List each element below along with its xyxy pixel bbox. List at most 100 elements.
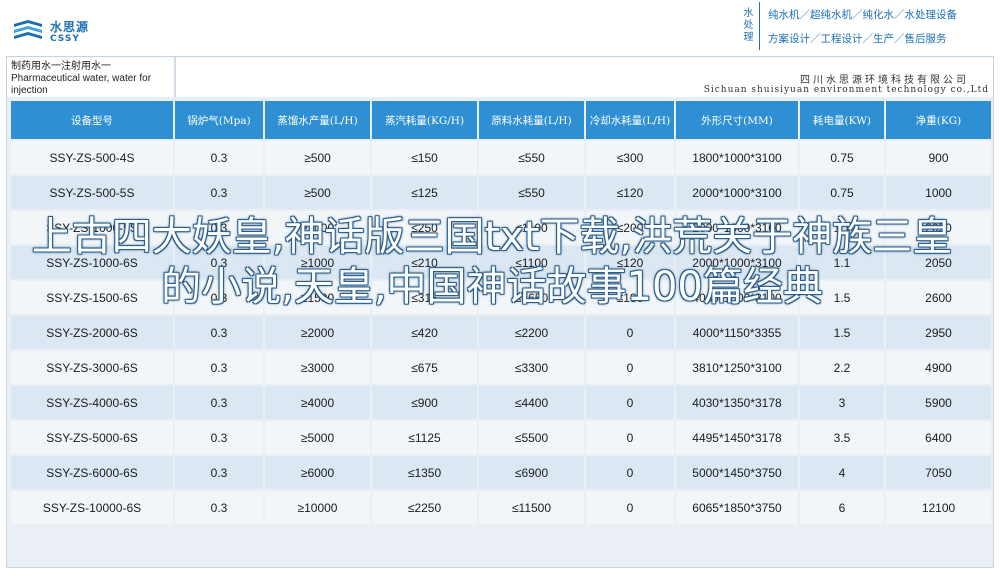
table-cell: 2950 (886, 316, 991, 349)
service-line-services: 方案设计／工程设计／生产／售后服务 (768, 33, 947, 45)
column-header: 原料水耗量(L/H) (479, 101, 584, 139)
table-cell: 0.3 (175, 141, 263, 174)
table-cell: 0.3 (175, 421, 263, 454)
table-cell: 0.75 (800, 141, 884, 174)
table-cell: 3 (800, 386, 884, 419)
table-cell: ≤1125 (372, 421, 477, 454)
table-row: SSY-ZS-500-5S 0.3 ≥500 ≤125 ≤550 ≤120 2000*100… (11, 176, 991, 209)
table-row: SSY-ZS-3000-6S 0.3 ≥3000 ≤675 ≤3300 0 3810*125… (11, 351, 991, 384)
table-cell: 4000*1150*3355 (676, 316, 798, 349)
water-drop-logo-icon (14, 20, 42, 39)
service-char-3: 理 (743, 32, 754, 43)
table-cell: 3810*1250*3100 (676, 351, 798, 384)
table-cell: 1800*1000*3100 (676, 141, 798, 174)
table-cell: 0.75 (800, 176, 884, 209)
table-row: SSY-ZS-500-4S 0.3 ≥500 ≤150 ≤550 ≤300 1800*100… (11, 141, 991, 174)
caption-cn: 制药用水一注射用水一 (11, 61, 111, 72)
table-cell: 5000*1450*3750 (676, 456, 798, 489)
table-cell: 0 (586, 421, 674, 454)
table-cell: 0.3 (175, 316, 263, 349)
table-row: SSY-ZS-10000-6S 0.3 ≥10000 ≤2250 ≤11500 0 6065… (11, 491, 991, 524)
table-cell: 0 (586, 316, 674, 349)
table-cell: 4030*1350*3178 (676, 386, 798, 419)
company-name-en: Sichuan shuisiyuan environment technolog… (703, 85, 989, 95)
table-cell: SSY-ZS-500-5S (11, 176, 173, 209)
table-cell: ≤2200 (479, 316, 584, 349)
table-cell: ≥10000 (265, 491, 370, 524)
table-cell: 0.3 (175, 386, 263, 419)
table-cell: 2000*1000*3100 (676, 176, 798, 209)
column-header: 外形尺寸(MM) (676, 101, 798, 139)
table-cell: ≤11500 (479, 491, 584, 524)
table-cell: ≤125 (372, 176, 477, 209)
spec-table: 设备型号 锅炉气(Mpa) 蒸馏水产量(L/H) 蒸汽耗量(KG/H) 原料水耗量(L/… (9, 99, 993, 526)
table-cell: ≤120 (586, 176, 674, 209)
table-cell: ≤420 (372, 316, 477, 349)
service-char-1: 水 (743, 8, 754, 19)
table-cell: ≤675 (372, 351, 477, 384)
table-row: SSY-ZS-6000-6S 0.3 ≥6000 ≤1350 ≤6900 0 5000*14… (11, 456, 991, 489)
table-cell: 0.3 (175, 351, 263, 384)
column-header: 蒸馏水产量(L/H) (265, 101, 370, 139)
table-cell: SSY-ZS-4000-6S (11, 386, 173, 419)
table-cell: 12100 (886, 491, 991, 524)
table-cell: SSY-ZS-2000-6S (11, 316, 173, 349)
table-cell: 2.2 (800, 351, 884, 384)
table-cell: ≤4400 (479, 386, 584, 419)
table-cell: 4900 (886, 351, 991, 384)
table-cell: SSY-ZS-6000-6S (11, 456, 173, 489)
table-cell: 6400 (886, 421, 991, 454)
table-cell: 1.5 (800, 316, 884, 349)
table-cell: ≤300 (586, 141, 674, 174)
column-header: 净重(KG) (886, 101, 991, 139)
column-header: 蒸汽耗量(KG/H) (372, 101, 477, 139)
table-cell: 0 (586, 386, 674, 419)
table-cell: 0 (586, 491, 674, 524)
table-cell: 3.5 (800, 421, 884, 454)
table-cell: ≤5500 (479, 421, 584, 454)
service-line-products: 纯水机／超纯水机／纯化水／水处理设备 (768, 9, 957, 21)
brand-name-cn: 水思源 (50, 20, 90, 34)
table-cell: 4495*1450*3178 (676, 421, 798, 454)
table-cell: 0 (586, 456, 674, 489)
table-cell: ≥4000 (265, 386, 370, 419)
table-cell: 900 (886, 141, 991, 174)
service-vertical-label: 水 处 理 (738, 2, 760, 50)
table-cell: 1000 (886, 176, 991, 209)
table-cell: ≤6900 (479, 456, 584, 489)
table-cell: ≤3300 (479, 351, 584, 384)
table-cell: 6065*1850*3750 (676, 491, 798, 524)
table-cell: 4 (800, 456, 884, 489)
table-caption-left: 制药用水一注射用水一 Pharmaceutical water, water f… (7, 57, 173, 97)
table-cell: SSY-ZS-10000-6S (11, 491, 173, 524)
column-header: 设备型号 (11, 101, 173, 139)
table-cell: 0.3 (175, 491, 263, 524)
overlay-title: 上古四大妖皇,神话版三国txt下载,洪荒关于神族三皇的小说,天皇,中国神话故事1… (31, 214, 953, 310)
table-cell: 7050 (886, 456, 991, 489)
table-cell: SSY-ZS-3000-6S (11, 351, 173, 384)
table-cell: ≥500 (265, 176, 370, 209)
caption-en-line-2: injection (11, 85, 48, 96)
table-cell: SSY-ZS-500-4S (11, 141, 173, 174)
table-cell: ≥2000 (265, 316, 370, 349)
table-cell: 0.3 (175, 176, 263, 209)
company-name-cn: 四川水思源环境科技有限公司 (800, 75, 969, 86)
service-banner: 水 处 理 纯水机／超纯水机／纯化水／水处理设备 方案设计／工程设计／生产／售后… (738, 2, 998, 50)
column-header: 冷却水耗量(L/H) (586, 101, 674, 139)
table-row: SSY-ZS-5000-6S 0.3 ≥5000 ≤1125 ≤5500 0 4495*14… (11, 421, 991, 454)
table-cell: 0.3 (175, 456, 263, 489)
table-caption-right: 四川水思源环境科技有限公司 Sichuan shuisiyuan environ… (175, 57, 993, 97)
service-char-2: 处 (743, 20, 754, 31)
brand-logo[interactable]: 水思源 CSSY (12, 12, 102, 48)
caption-en-line-1: Pharmaceutical water, water for (11, 73, 152, 84)
table-cell: ≤550 (479, 176, 584, 209)
table-cell: ≤550 (479, 141, 584, 174)
table-row: SSY-ZS-4000-6S 0.3 ≥4000 ≤900 ≤4400 0 4030*135… (11, 386, 991, 419)
spec-table-frame: 制药用水一注射用水一 Pharmaceutical water, water f… (6, 56, 994, 568)
table-row: SSY-ZS-2000-6S 0.3 ≥2000 ≤420 ≤2200 0 4000*115… (11, 316, 991, 349)
column-header: 锅炉气(Mpa) (175, 101, 263, 139)
table-cell: ≤1350 (372, 456, 477, 489)
column-header: 耗电量(KW) (800, 101, 884, 139)
table-cell: ≤900 (372, 386, 477, 419)
table-cell: ≥5000 (265, 421, 370, 454)
